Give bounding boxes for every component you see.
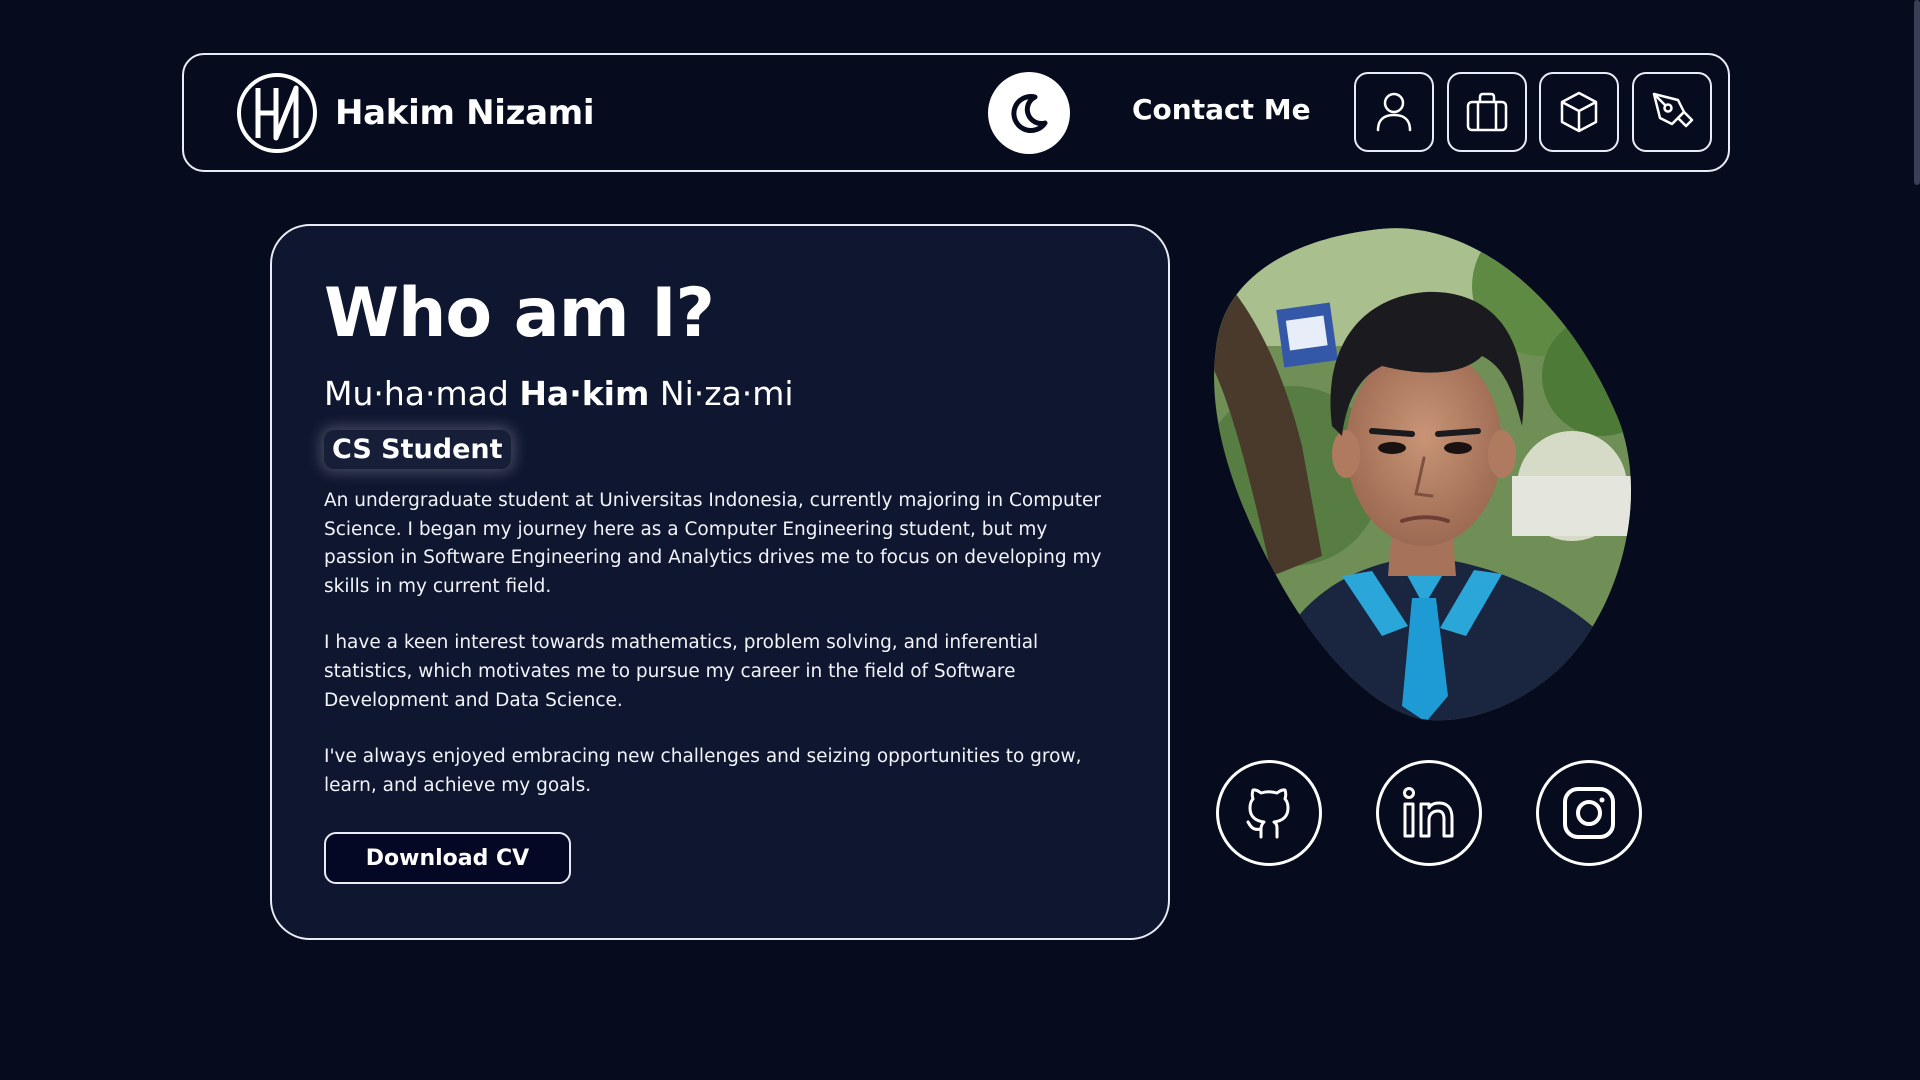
about-nav-button[interactable]: [1354, 72, 1434, 152]
pen-tool-icon: [1652, 92, 1694, 128]
navbar: Hakim Nizami Contact Me: [182, 53, 1730, 172]
theme-toggle-button[interactable]: [988, 72, 1070, 154]
box-icon: [1560, 91, 1598, 133]
instagram-link[interactable]: [1536, 760, 1642, 866]
profile-photo: [1214, 228, 1632, 721]
user-icon: [1376, 92, 1412, 132]
briefcase-icon: [1466, 92, 1508, 132]
brand-name: Hakim Nizami: [335, 93, 595, 133]
github-link[interactable]: [1216, 760, 1322, 866]
scrollbar-thumb[interactable]: [1914, 0, 1920, 185]
about-title: Who am I?: [324, 274, 715, 353]
about-paragraph-3: I've always enjoyed embracing new challe…: [324, 746, 1082, 796]
blog-nav-button[interactable]: [1632, 72, 1712, 152]
moon-icon: [1011, 94, 1048, 133]
contact-me-link[interactable]: Contact Me: [1132, 93, 1311, 126]
download-cv-button[interactable]: Download CV: [324, 832, 571, 884]
page: Hakim Nizami Contact Me Who am I? Mu·ha·…: [0, 0, 1920, 1080]
name-part-3: Ni·za·mi: [649, 374, 794, 413]
about-paragraph-1: An undergraduate student at Universitas …: [324, 490, 1102, 597]
experience-nav-button[interactable]: [1447, 72, 1527, 152]
full-name: Mu·ha·mad Ha·kim Ni·za·mi: [324, 374, 1116, 414]
name-part-1: Mu·ha·mad: [324, 374, 520, 413]
hn-logo-icon: [237, 73, 317, 153]
instagram-icon: [1563, 787, 1615, 839]
name-part-2: Ha·kim: [519, 374, 650, 413]
about-paragraph-2: I have a keen interest towards mathemati…: [324, 632, 1039, 711]
about-card: Who am I? Mu·ha·mad Ha·kim Ni·za·mi CS S…: [270, 224, 1170, 940]
linkedin-link[interactable]: [1376, 760, 1482, 866]
linkedin-icon: [1403, 787, 1454, 838]
github-icon: [1246, 788, 1290, 839]
scrollbar-track[interactable]: [1914, 0, 1920, 1080]
brand[interactable]: Hakim Nizami: [236, 72, 595, 154]
projects-nav-button[interactable]: [1539, 72, 1619, 152]
role-badge: CS Student: [324, 430, 511, 469]
